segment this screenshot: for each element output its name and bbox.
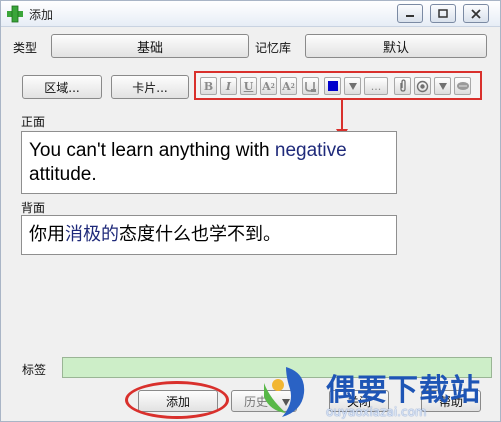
text-color-swatch: [327, 81, 338, 91]
subscript-button[interactable]: A2: [280, 77, 297, 95]
record-button[interactable]: [414, 77, 431, 95]
add-note-window: 添加 类型 基础 记忆库 默认 区域... 卡片... B I U A2 A2: [0, 0, 501, 422]
bold-button[interactable]: B: [200, 77, 217, 95]
back-keyword: 消极的: [65, 224, 119, 245]
paperclip-icon: [399, 79, 406, 92]
maximize-button[interactable]: [430, 4, 456, 23]
front-keyword: negative: [274, 140, 347, 161]
brush-icon: [456, 82, 469, 90]
watermark: 偶要下载站 ouyaoxiazai.com: [256, 363, 501, 422]
type-label: 类型: [13, 41, 38, 55]
title-bar: 添加: [1, 1, 500, 27]
back-label: 背面: [21, 201, 46, 215]
html-editor-button[interactable]: [454, 77, 471, 95]
region-label: 区域...: [44, 80, 80, 95]
back-editor[interactable]: 你用消极的态度什么也学不到。: [21, 215, 397, 255]
clear-format-icon: [305, 81, 316, 92]
superscript-button[interactable]: A2: [260, 77, 277, 95]
options-dropdown-button[interactable]: [434, 77, 451, 95]
record-icon: [416, 80, 429, 92]
note-type-button[interactable]: 基础: [51, 34, 249, 58]
text-color-button[interactable]: [324, 77, 341, 95]
color-dropdown-button[interactable]: [344, 77, 361, 95]
watermark-logo-icon: [264, 367, 305, 417]
deck-value: 默认: [382, 40, 409, 56]
card-button[interactable]: 卡片...: [111, 75, 189, 99]
deck-button[interactable]: 默认: [305, 34, 487, 58]
deck-label: 记忆库: [255, 41, 292, 55]
more-button[interactable]: ...: [364, 77, 388, 95]
clear-format-button[interactable]: [302, 77, 319, 95]
front-label: 正面: [21, 115, 46, 129]
add-highlight-ellipse: [125, 381, 229, 419]
watermark-title: 偶要下载站: [326, 373, 481, 408]
attach-button[interactable]: [394, 77, 411, 95]
close-icon: [471, 8, 481, 19]
tags-label: 标签: [22, 363, 47, 377]
underline-button[interactable]: U: [240, 77, 257, 95]
maximize-icon: [438, 8, 448, 18]
watermark-url: ouyaoxiazai.com: [326, 405, 427, 419]
minimize-button[interactable]: [397, 4, 423, 23]
italic-button[interactable]: I: [220, 77, 237, 95]
front-editor[interactable]: You can't learn anything with negative a…: [21, 131, 397, 194]
formatting-toolbar: B I U A2 A2 ...: [194, 71, 482, 100]
triangle-down-icon: [348, 83, 357, 90]
card-label: 卡片...: [132, 80, 168, 95]
back-text: 你用消极的态度什么也学不到。: [29, 224, 281, 245]
window-title: 添加: [29, 8, 54, 22]
front-text: You can't learn anything with negative a…: [29, 140, 347, 185]
minimize-icon: [406, 14, 414, 17]
plus-icon: [7, 5, 23, 23]
triangle-down-icon: [438, 83, 447, 90]
note-type-value: 基础: [136, 40, 163, 56]
region-button[interactable]: 区域...: [22, 75, 102, 99]
close-window-button[interactable]: [463, 4, 489, 23]
